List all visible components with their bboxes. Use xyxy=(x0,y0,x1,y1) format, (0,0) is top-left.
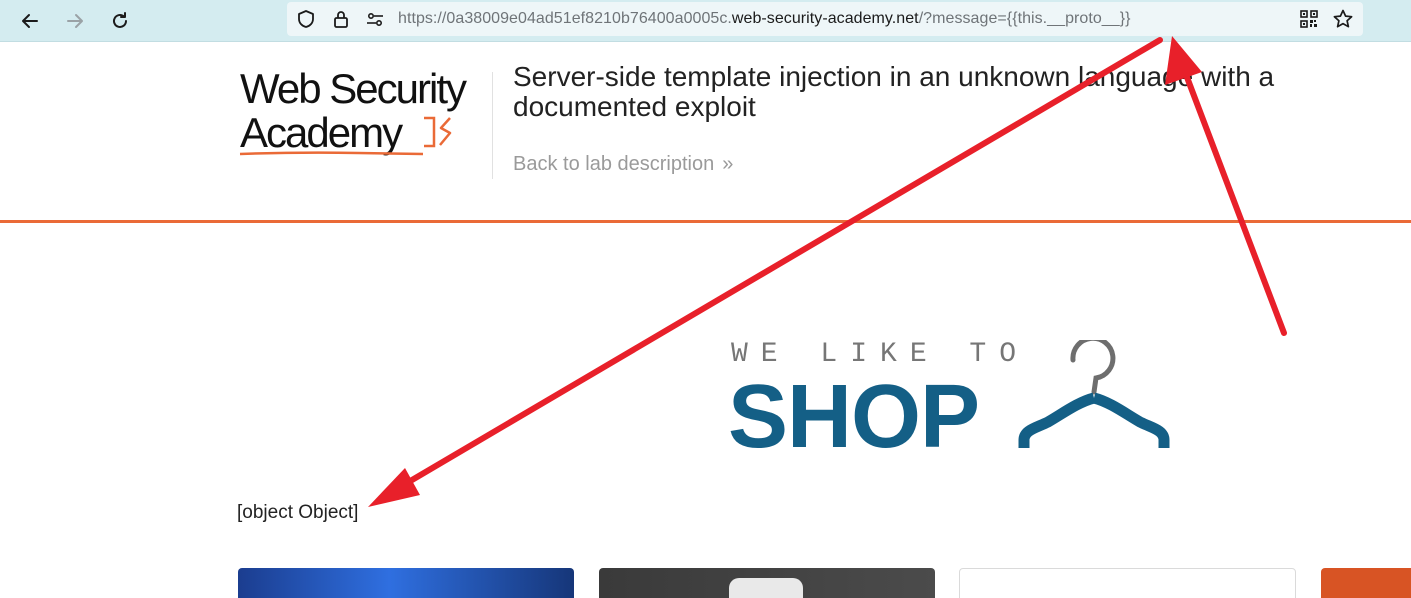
url-host: web-security-academy.net xyxy=(731,10,919,27)
qr-code-icon xyxy=(1300,10,1318,28)
double-chevron-icon: » xyxy=(722,153,733,175)
header-orange-rule xyxy=(0,220,1411,223)
forward-icon xyxy=(67,14,83,28)
product-card-4[interactable] xyxy=(1321,568,1411,598)
address-bar[interactable]: https://0a38009e04ad51ef8210b76400a0005c… xyxy=(287,2,1363,36)
product-card-3[interactable] xyxy=(959,568,1296,598)
back-button[interactable] xyxy=(15,6,45,36)
web-security-academy-logo[interactable]: Web Security Academy xyxy=(238,68,488,160)
shield-icon xyxy=(298,10,314,28)
hanger-icon xyxy=(1018,340,1170,448)
product-card-2[interactable] xyxy=(599,568,935,598)
back-icon xyxy=(22,14,38,28)
url-text[interactable]: https://0a38009e04ad51ef8210b76400a0005c… xyxy=(398,10,1130,28)
banner-headline: SHOP xyxy=(728,367,980,467)
lock-icon xyxy=(334,11,348,28)
back-link-label: Back to lab description xyxy=(513,153,715,175)
back-to-lab-description-link[interactable]: Back to lab description » xyxy=(513,153,733,176)
header-divider xyxy=(492,72,493,179)
browser-toolbar: https://0a38009e04ad51ef8210b76400a0005c… xyxy=(0,0,1411,42)
bookmark-star-icon xyxy=(1333,9,1353,28)
tracking-protection-button[interactable] xyxy=(295,8,317,30)
forward-button[interactable] xyxy=(60,6,90,36)
banner-tagline: WE LIKE TO xyxy=(731,339,1030,370)
reflected-message: [object Object] xyxy=(237,502,359,523)
browser-window: https://0a38009e04ad51ef8210b76400a0005c… xyxy=(0,0,1411,598)
permissions-icon xyxy=(367,13,383,27)
logo-lightning-icon xyxy=(239,116,452,156)
product-card-1[interactable] xyxy=(238,568,574,598)
product-image-phone xyxy=(729,578,803,598)
site-security-button[interactable] xyxy=(330,8,352,30)
lab-title: Server-side template injection in an unk… xyxy=(513,61,1275,122)
url-prefix: https://0a38009e04ad51ef8210b76400a0005c… xyxy=(398,10,732,27)
qr-code-button[interactable] xyxy=(1298,8,1320,30)
permissions-button[interactable] xyxy=(364,8,386,30)
reload-icon xyxy=(113,12,127,28)
reload-button[interactable] xyxy=(105,6,135,36)
bookmark-button[interactable] xyxy=(1332,8,1354,30)
url-suffix: /?message={{this.__proto__}} xyxy=(918,10,1131,27)
